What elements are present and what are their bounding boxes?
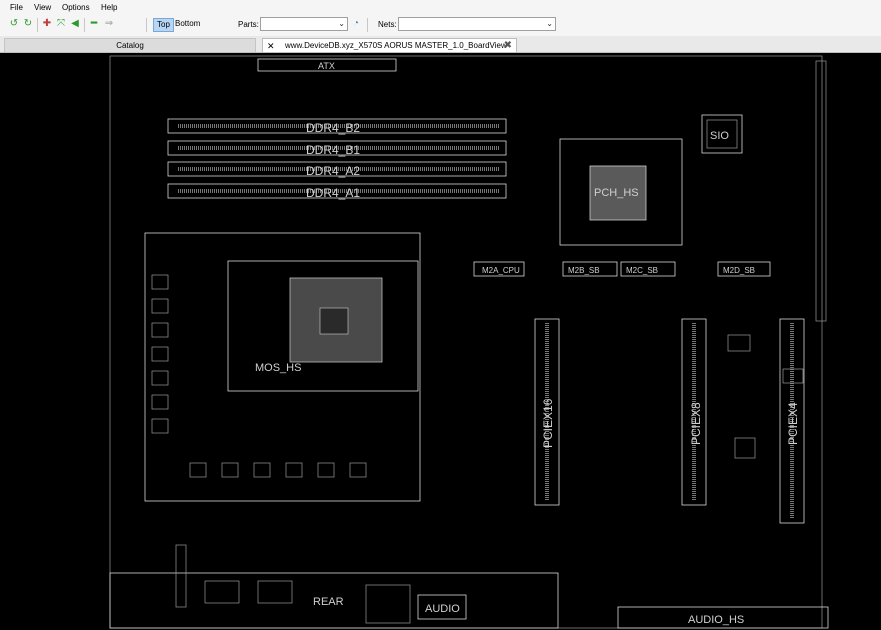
rotate-right-icon[interactable]: ↻: [22, 18, 34, 30]
menu-file[interactable]: File: [10, 3, 23, 12]
audio-label: AUDIO: [425, 603, 460, 615]
ddr4-b1-label: DDR4_B1: [306, 143, 360, 157]
ddr4-a2-label: DDR4_A2: [306, 164, 360, 178]
tab-catalog[interactable]: Catalog: [4, 38, 256, 52]
close-icon[interactable]: ✖: [504, 39, 512, 53]
rotate-left-icon[interactable]: ↺: [8, 18, 20, 30]
sio-label: SIO: [710, 130, 729, 142]
menu-view[interactable]: View: [34, 3, 51, 12]
toolbar-separator: [84, 18, 85, 32]
tab-boardview[interactable]: ✕ www.DeviceDB.xyz_X570S AORUS MASTER_1.…: [262, 38, 517, 52]
tab-bar: Catalog ✕ www.DeviceDB.xyz_X570S AORUS M…: [0, 36, 881, 53]
zoom-out-icon[interactable]: ◀: [69, 18, 81, 30]
tab-boardview-label: www.DeviceDB.xyz_X570S AORUS MASTER_1.0_…: [285, 41, 507, 50]
highlight-icon[interactable]: ◔: [350, 18, 362, 30]
parts-label: Parts:: [238, 20, 259, 29]
bottom-layer-button[interactable]: Bottom: [172, 18, 203, 30]
board-canvas[interactable]: ATX DDR4_B2 DDR4_B1 DDR4_A2 DDR4_A1 SIO …: [0, 53, 881, 630]
ddr4-b2-label: DDR4_B2: [306, 121, 360, 135]
rear-label: REAR: [313, 596, 344, 608]
edge-connector: [815, 60, 827, 322]
nets-label: Nets:: [378, 20, 397, 29]
pciex16-label: PCIEX16: [541, 398, 555, 448]
m2a-cpu-label: M2A_CPU: [482, 266, 520, 275]
m2c-sb-label: M2C_SB: [626, 266, 658, 275]
toolbar-separator: [146, 18, 147, 32]
toolbar-separator: [37, 18, 38, 32]
fit-to-screen-icon[interactable]: ⤧: [55, 18, 67, 30]
forward-icon[interactable]: ⇒: [103, 18, 115, 30]
ddr4-a1-label: DDR4_A1: [306, 186, 360, 200]
board-drawing: ATX DDR4_B2 DDR4_B1 DDR4_A2 DDR4_A1 SIO …: [109, 55, 829, 629]
m2b-sb-label: M2B_SB: [568, 266, 600, 275]
pciex4-label: PCIEX4: [786, 402, 800, 445]
toolbar: ↺ ↻ ✚ ⤧ ◀ ━ ⇒ Top Bottom Parts: ⌄ ◔ Nets…: [0, 14, 881, 36]
m2d-sb-label: M2D_SB: [723, 266, 755, 275]
pciex8-label: PCIEX8: [689, 402, 703, 445]
header-connector: [175, 544, 187, 608]
zoom-in-icon[interactable]: ✚: [41, 18, 53, 30]
parts-combobox[interactable]: ⌄: [260, 17, 348, 31]
toolbar-separator: [367, 18, 368, 32]
atx-label: ATX: [318, 61, 335, 71]
top-layer-button[interactable]: Top: [153, 18, 174, 32]
chip: [727, 334, 751, 352]
mos-hs-label: MOS_HS: [255, 362, 301, 374]
audio-hs-label: AUDIO_HS: [688, 614, 744, 626]
chip: [734, 437, 756, 459]
menu-help[interactable]: Help: [101, 3, 117, 12]
pin-icon[interactable]: ✕: [267, 39, 275, 53]
nets-combobox[interactable]: ⌄: [398, 17, 556, 31]
chevron-down-icon: ⌄: [546, 19, 553, 28]
pch-hs-label: PCH_HS: [594, 187, 639, 199]
menu-options[interactable]: Options: [62, 3, 90, 12]
back-icon[interactable]: ━: [88, 18, 100, 30]
chevron-down-icon: ⌄: [338, 19, 345, 28]
menu-bar: File View Options Help: [0, 0, 881, 14]
